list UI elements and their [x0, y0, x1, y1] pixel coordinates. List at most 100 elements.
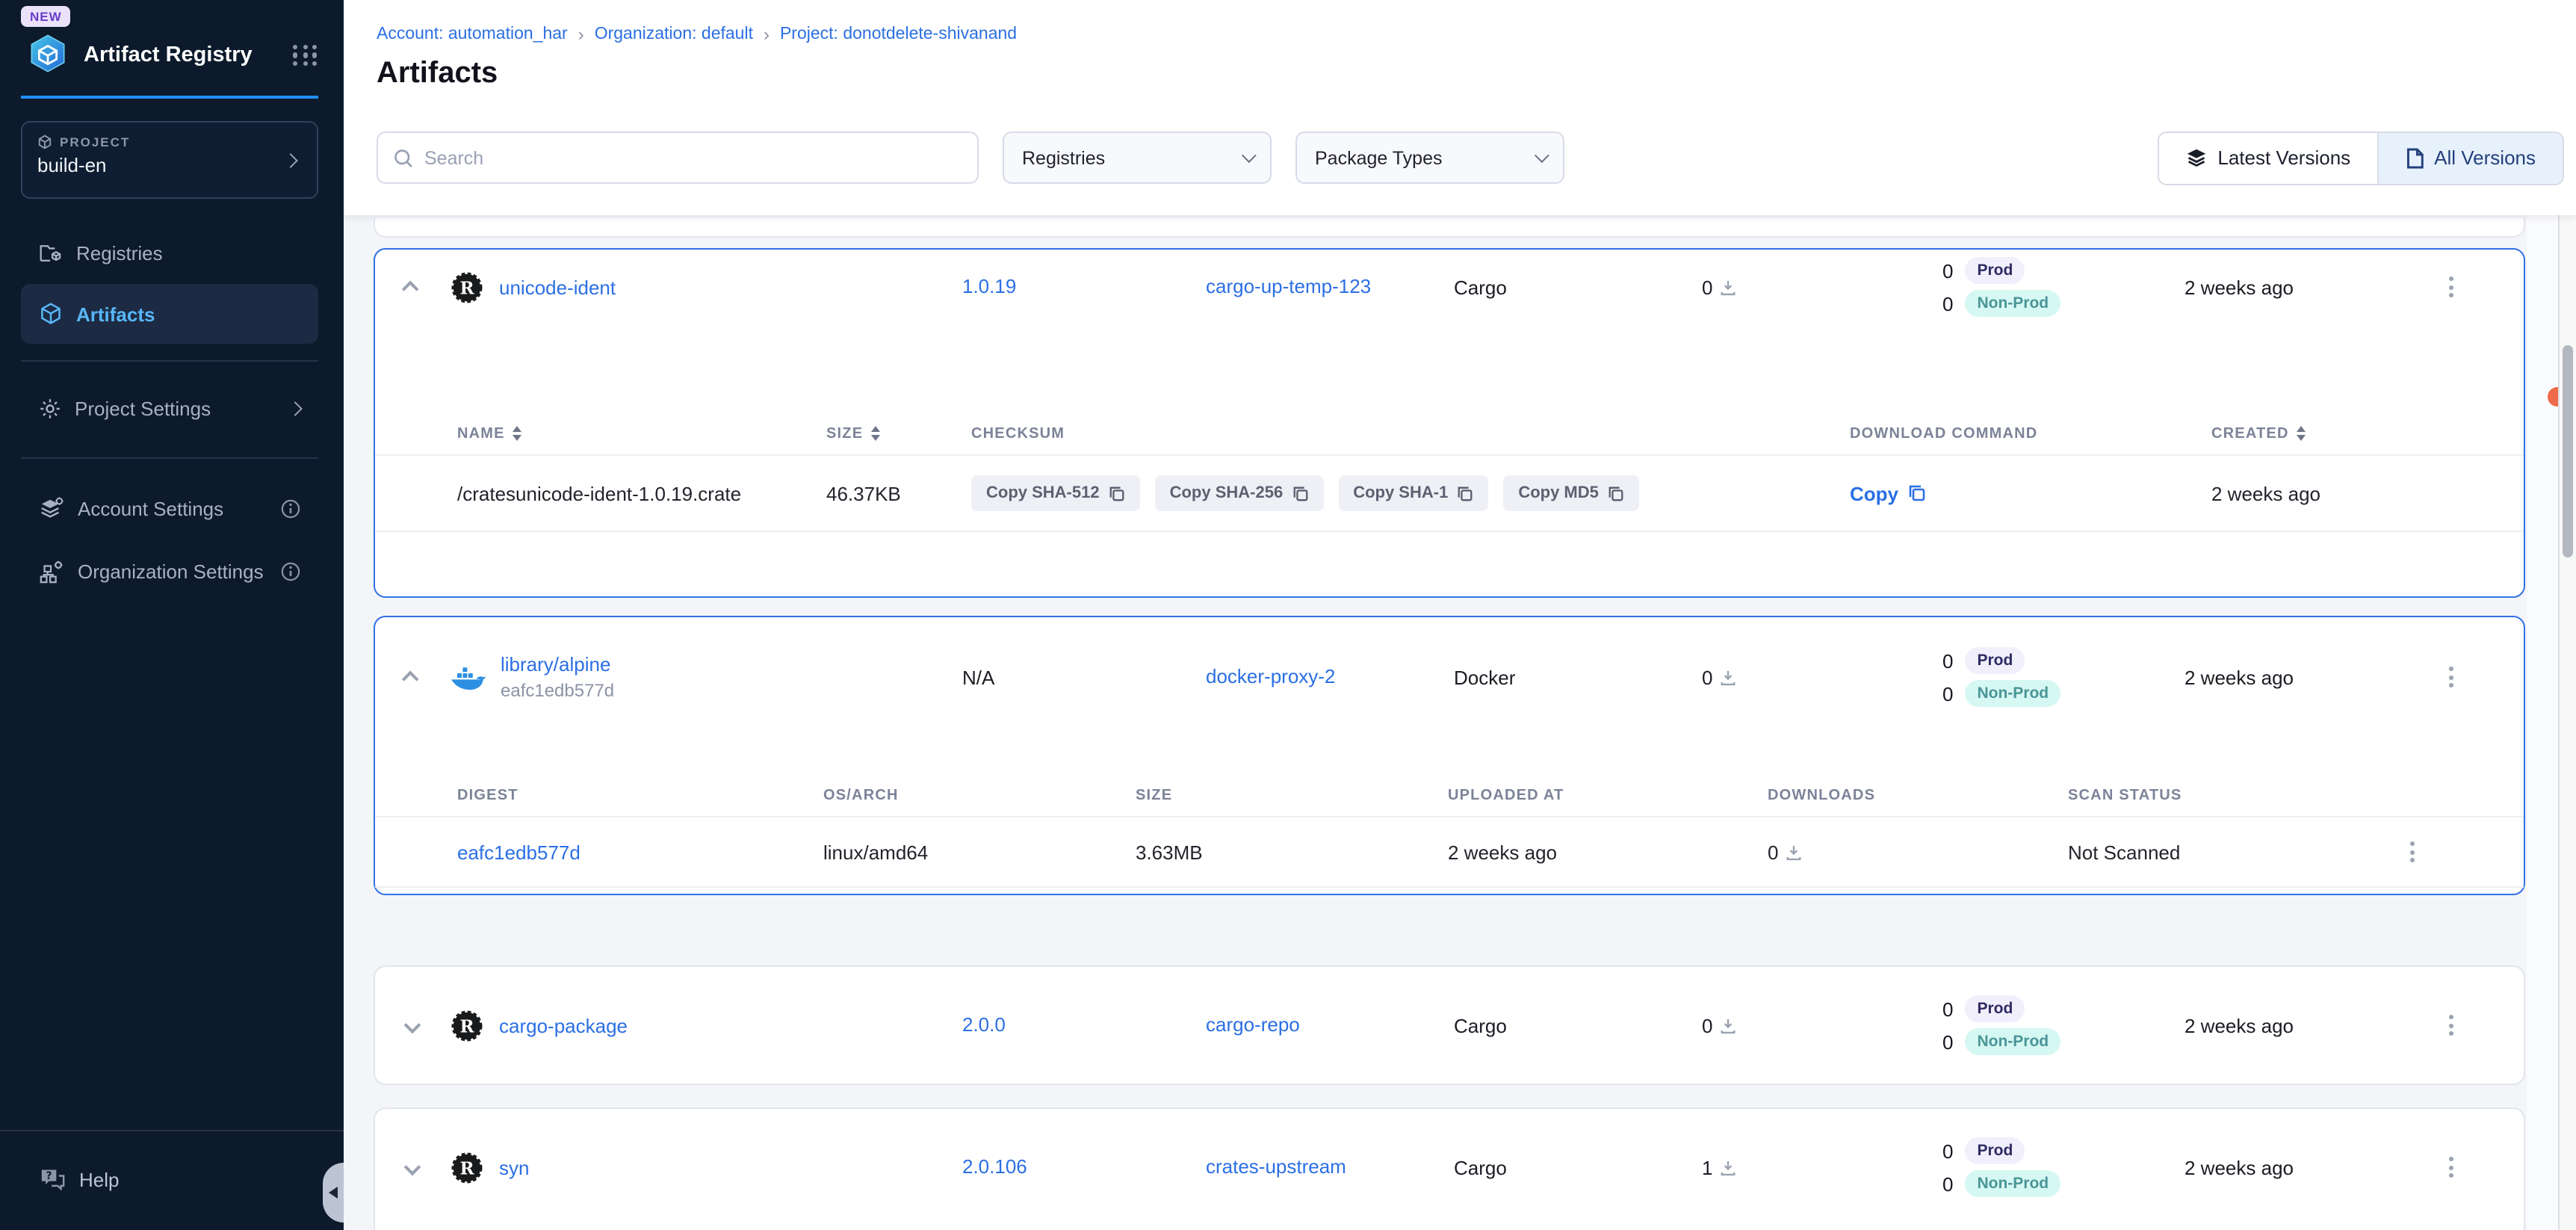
artifact-version-link[interactable]: 1.0.19 [962, 275, 1016, 297]
artifact-registry-page: NEW Artifact Registry [0, 0, 2576, 1230]
download-icon [1720, 1017, 1736, 1033]
artifact-registry-link[interactable]: crates-upstream [1206, 1155, 1346, 1178]
updated-time: 2 weeks ago [2108, 666, 2376, 688]
nonprod-count: 0 [1942, 1030, 1953, 1053]
breadcrumb-separator: › [764, 24, 770, 45]
artifact-registry-link[interactable]: cargo-repo [1206, 1013, 1300, 1036]
search-box[interactable] [377, 132, 979, 184]
breadcrumb-organization[interactable]: Organization: default [595, 25, 753, 43]
cargo-package-icon: R [450, 270, 484, 304]
sidebar-item-label: Account Settings [78, 497, 223, 519]
copy-sha256-button[interactable]: Copy SHA-256 [1155, 475, 1324, 511]
version-view-toggle: Latest Versions All Versions [2158, 131, 2564, 185]
prod-badge: Prod [1965, 1137, 2025, 1164]
files-header-download-command: DOWNLOAD COMMAND [1850, 425, 2211, 442]
manifest-header-size: SIZE [1136, 787, 1448, 803]
sidebar-item-registries[interactable]: Registries [21, 227, 318, 278]
manifest-header-os-arch: OS/ARCH [823, 787, 1136, 803]
artifact-name-link[interactable]: library/alpine [501, 653, 614, 676]
project-selector[interactable]: PROJECT build-en [21, 121, 318, 199]
svg-text:?: ? [46, 1170, 52, 1182]
expand-row-button[interactable] [375, 1019, 450, 1031]
latest-versions-button[interactable]: Latest Versions [2159, 132, 2379, 183]
sidebar-collapse-button[interactable] [323, 1163, 344, 1223]
app-title: Artifact Registry [84, 43, 293, 67]
collapse-row-button[interactable] [375, 671, 450, 683]
collapse-row-button[interactable] [375, 281, 450, 293]
files-header-name: NAME [457, 425, 505, 442]
help-button[interactable]: ? Help [39, 1167, 120, 1191]
artifact-registry-link[interactable]: cargo-up-temp-123 [1206, 275, 1371, 297]
copy-sha1-button[interactable]: Copy SHA-1 [1338, 475, 1488, 511]
registries-filter-label: Registries [1022, 147, 1105, 168]
project-name: build-en [37, 154, 302, 176]
manifest-download-count: 0 [1768, 841, 1778, 863]
list-edge-strip [2526, 215, 2558, 1230]
all-versions-button[interactable]: All Versions [2379, 132, 2563, 183]
partial-card-above [374, 218, 2525, 238]
latest-versions-label: Latest Versions [2217, 146, 2350, 169]
sidebar-item-organization-settings[interactable]: Organization Settings [21, 546, 318, 596]
sidebar-item-artifacts[interactable]: Artifacts [21, 284, 318, 344]
expand-row-button[interactable] [375, 1161, 450, 1173]
artifact-version-link[interactable]: 2.0.106 [962, 1155, 1027, 1178]
copy-download-command-button[interactable]: Copy [1850, 482, 2211, 504]
copy-md5-button[interactable]: Copy MD5 [1503, 475, 1639, 511]
sidebar-item-label: Organization Settings [78, 560, 264, 582]
artifact-registry-link[interactable]: docker-proxy-2 [1206, 665, 1335, 687]
breadcrumb: Account: automation_har › Organization: … [377, 24, 1017, 45]
prod-badge: Prod [1965, 647, 2025, 674]
chevron-up-icon [402, 281, 419, 298]
updated-time: 2 weeks ago [2108, 276, 2376, 298]
sort-icon[interactable] [870, 427, 879, 441]
nonprod-badge: Non-Prod [1965, 290, 2061, 317]
row-menu-kebab-icon[interactable] [2440, 1008, 2461, 1042]
row-menu-kebab-icon[interactable] [2401, 835, 2422, 868]
breadcrumb-project[interactable]: Project: donotdelete-shivanand [780, 25, 1017, 43]
table-divider [375, 531, 2524, 532]
download-count: 0 [1702, 1014, 1712, 1036]
row-menu-kebab-icon[interactable] [2440, 1150, 2461, 1184]
sidebar: NEW Artifact Registry [0, 0, 344, 1230]
artifact-name-link[interactable]: syn [499, 1156, 529, 1178]
sort-icon[interactable] [513, 427, 521, 441]
cargo-package-icon: R [450, 1008, 484, 1042]
info-icon[interactable] [281, 561, 300, 581]
app-grid-icon[interactable] [293, 44, 318, 66]
files-header-created: CREATED [2211, 425, 2289, 442]
os-arch: linux/amd64 [823, 841, 1136, 863]
download-icon [1720, 279, 1736, 295]
sidebar-divider [21, 457, 318, 459]
digest-link[interactable]: eafc1edb577d [457, 841, 580, 863]
manifest-row: eafc1edb577d linux/amd64 3.63MB 2 weeks … [375, 818, 2524, 886]
file-size: 46.37KB [826, 482, 971, 504]
file-row: /cratesunicode-ident-1.0.19.crate 46.37K… [375, 456, 2524, 531]
prod-count: 0 [1942, 1140, 1953, 1162]
artifact-version-link[interactable]: 2.0.0 [962, 1013, 1006, 1036]
row-menu-kebab-icon[interactable] [2440, 660, 2461, 693]
copy-sha512-button[interactable]: Copy SHA-512 [971, 475, 1140, 511]
scrollbar-thumb[interactable] [2562, 345, 2573, 557]
download-icon [1786, 844, 1802, 860]
breadcrumb-account[interactable]: Account: automation_har [377, 25, 568, 43]
sidebar-item-label: Project Settings [75, 397, 211, 419]
search-icon [393, 147, 414, 168]
svg-text:R: R [459, 278, 474, 298]
sort-icon[interactable] [2297, 427, 2306, 441]
artifact-name-link[interactable]: unicode-ident [499, 276, 616, 298]
package-type: Cargo [1419, 1014, 1626, 1036]
info-icon[interactable] [281, 498, 300, 518]
package-types-filter-dropdown[interactable]: Package Types [1295, 132, 1564, 184]
files-header-size: SIZE [826, 425, 863, 442]
chevron-down-icon [1242, 148, 1257, 163]
artifact-list: R unicode-ident 1.0.19 cargo-up-temp-123… [344, 215, 2558, 1230]
sidebar-item-project-settings[interactable]: Project Settings [21, 383, 318, 433]
prod-badge: Prod [1965, 257, 2025, 284]
search-input[interactable] [424, 147, 962, 168]
artifact-name-link[interactable]: cargo-package [499, 1014, 628, 1036]
chevron-down-icon [1535, 148, 1549, 163]
sidebar-item-account-settings[interactable]: Account Settings [21, 483, 318, 534]
registries-filter-dropdown[interactable]: Registries [1003, 132, 1272, 184]
row-menu-kebab-icon[interactable] [2440, 270, 2461, 303]
artifact-card-library-alpine: library/alpine eafc1edb577d N/A docker-p… [374, 616, 2525, 895]
